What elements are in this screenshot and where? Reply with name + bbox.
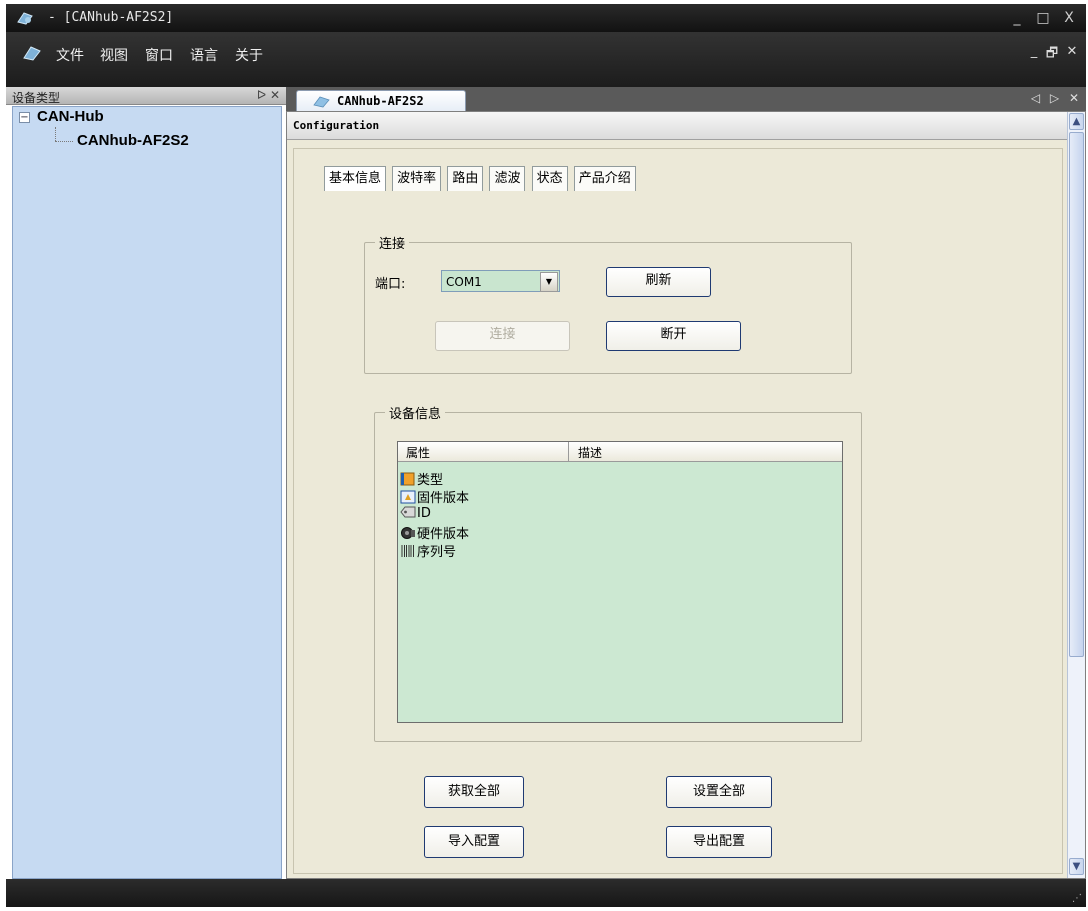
resize-grip-icon[interactable]: ⋰	[1072, 893, 1082, 904]
list-item-label: ID	[417, 506, 431, 521]
tab-routing[interactable]: 路由	[447, 166, 484, 191]
column-header-description[interactable]: 描述	[578, 444, 602, 461]
mdi-restore-button[interactable]: 🗗	[1044, 44, 1060, 62]
device-icon	[313, 96, 330, 108]
device-info-list[interactable]: 属性 描述 类型 固件版本 ID 硬件版本 序列号	[397, 441, 843, 723]
get-all-button[interactable]: 获取全部	[424, 776, 524, 808]
device-tree: − CAN-Hub CANhub-AF2S2	[12, 106, 282, 879]
tree-node-can-hub[interactable]: CAN-Hub	[37, 108, 104, 125]
document-area: CANhub-AF2S2 ◁ ▷ ✕ Configuration ▲ ▼ 基本信…	[286, 87, 1086, 879]
port-label: 端口:	[375, 277, 406, 292]
config-tabs: 基本信息 波特率 路由 滤波 状态 产品介绍	[324, 166, 638, 192]
panel-title: 设备类型	[12, 91, 61, 105]
pin-icon[interactable]: ᐅ	[257, 88, 266, 102]
connect-group: 连接 端口: COM1 ▼ 刷新 连接 断开	[364, 233, 852, 374]
list-item-label: 类型	[417, 473, 444, 488]
document-tab-label: CANhub-AF2S2	[337, 94, 424, 108]
vertical-scrollbar[interactable]: ▲ ▼	[1067, 112, 1085, 878]
list-item[interactable]: ID	[400, 505, 431, 523]
type-icon	[400, 472, 415, 486]
configuration-window: Configuration ▲ ▼ 基本信息 波特率 路由 滤波 状态 产品介绍…	[286, 111, 1086, 879]
tree-connector	[55, 127, 56, 141]
chevron-down-icon[interactable]: ▼	[540, 272, 558, 292]
disconnect-button[interactable]: 断开	[606, 321, 741, 351]
document-tab-strip: CANhub-AF2S2 ◁ ▷ ✕	[286, 87, 1086, 112]
configuration-title: Configuration	[293, 119, 380, 132]
menu-view[interactable]: 视图	[100, 45, 128, 65]
list-item[interactable]: 类型	[400, 469, 444, 488]
list-item[interactable]: 硬件版本	[400, 523, 470, 542]
panel-buttons: ᐅ ✕	[257, 88, 280, 102]
mdi-minimize-button[interactable]: _	[1026, 44, 1042, 62]
firmware-icon	[400, 490, 416, 504]
export-config-button[interactable]: 导出配置	[666, 826, 772, 858]
app-icon	[17, 12, 33, 25]
column-separator[interactable]	[568, 442, 569, 462]
tab-product-intro[interactable]: 产品介绍	[573, 166, 636, 191]
window-title: - [CANhub-AF2S2]	[48, 10, 174, 25]
connect-button[interactable]: 连接	[435, 321, 570, 351]
id-tag-icon	[400, 506, 416, 518]
hardware-icon	[401, 527, 415, 539]
tree-node-canhub-af2s2[interactable]: CANhub-AF2S2	[77, 132, 189, 149]
scroll-thumb[interactable]	[1069, 132, 1084, 657]
tab-status[interactable]: 状态	[531, 166, 568, 191]
list-item[interactable]: 固件版本	[400, 487, 470, 506]
set-all-button[interactable]: 设置全部	[666, 776, 772, 808]
import-config-button[interactable]: 导入配置	[424, 826, 524, 858]
list-header: 属性 描述	[398, 442, 842, 462]
tab-filter[interactable]: 滤波	[489, 166, 526, 191]
menu-about[interactable]: 关于	[235, 45, 263, 65]
device-type-panel: 设备类型 ᐅ ✕ − CAN-Hub CANhub-AF2S2	[6, 87, 286, 879]
configuration-header: Configuration	[287, 112, 1067, 140]
column-header-property[interactable]: 属性	[406, 444, 430, 461]
tree-connector	[55, 141, 73, 142]
tab-baud-rate[interactable]: 波特率	[392, 166, 442, 191]
device-info-group: 设备信息 属性 描述 类型 固件版本 ID 硬件版本 序列号	[374, 403, 862, 742]
port-select-value: COM1	[446, 275, 482, 289]
maximize-button[interactable]: □	[1032, 8, 1054, 28]
barcode-icon	[401, 545, 414, 557]
port-select[interactable]: COM1 ▼	[441, 270, 560, 292]
menu-language[interactable]: 语言	[190, 45, 218, 65]
list-item[interactable]: 序列号	[400, 541, 457, 560]
minimize-button[interactable]: _	[1006, 8, 1028, 28]
device-info-group-title: 设备信息	[385, 403, 446, 422]
tab-basic-info[interactable]: 基本信息	[324, 166, 387, 191]
scroll-up-icon[interactable]: ▲	[1069, 113, 1084, 130]
close-button[interactable]: X	[1058, 8, 1080, 28]
tab-navigation-icons[interactable]: ◁ ▷ ✕	[1031, 91, 1082, 105]
menu-bar: 文件 视图 窗口 语言 关于 _ 🗗 ✕	[6, 32, 1086, 87]
app-menu-icon[interactable]	[22, 44, 42, 62]
menu-window[interactable]: 窗口	[145, 45, 173, 65]
status-bar: ⋰	[6, 879, 1086, 907]
refresh-button[interactable]: 刷新	[606, 267, 711, 297]
configuration-content: 基本信息 波特率 路由 滤波 状态 产品介绍 连接 端口: COM1 ▼ 刷新 …	[293, 148, 1063, 874]
scroll-down-icon[interactable]: ▼	[1069, 858, 1084, 875]
tree-expander-icon[interactable]: −	[19, 112, 30, 123]
panel-close-icon[interactable]: ✕	[270, 88, 280, 102]
panel-header: 设备类型 ᐅ ✕	[6, 87, 286, 105]
document-tab[interactable]: CANhub-AF2S2	[296, 90, 466, 112]
list-item-label: 硬件版本	[417, 527, 470, 542]
list-item-label: 固件版本	[417, 491, 470, 506]
title-bar: - [CANhub-AF2S2] _ □ X	[6, 4, 1086, 32]
menu-file[interactable]: 文件	[56, 45, 84, 65]
list-item-label: 序列号	[417, 545, 457, 560]
mdi-close-button[interactable]: ✕	[1064, 44, 1080, 62]
connect-group-title: 连接	[375, 233, 410, 252]
